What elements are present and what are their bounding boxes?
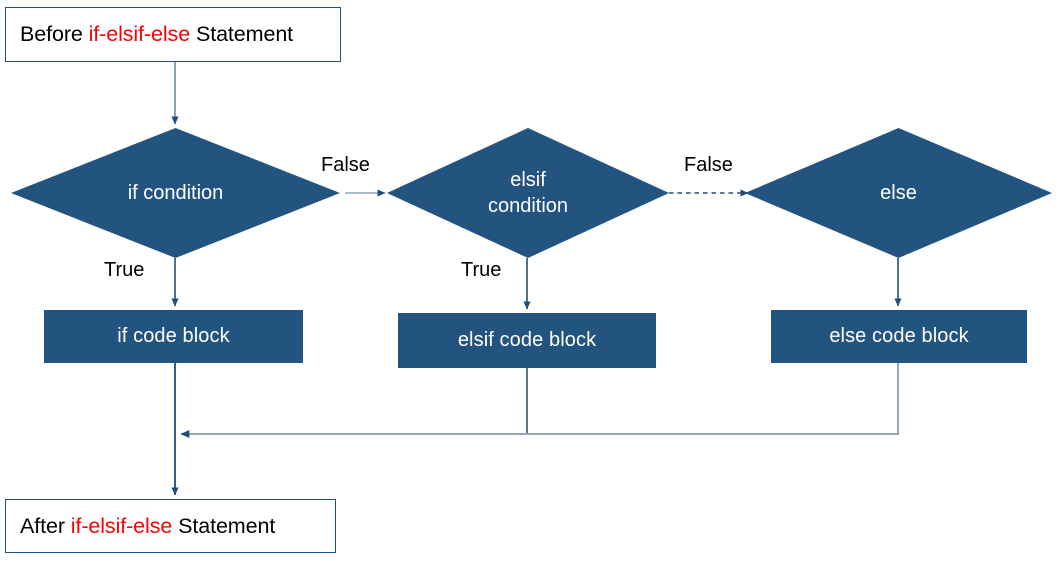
process-elsif-code-block[interactable]: elsif code block [398, 313, 656, 368]
connector-layer [171, 62, 902, 496]
process-if-code-block-label: if code block [117, 325, 230, 347]
decision-elsif-condition-label: elsif condition [487, 168, 569, 217]
process-elsif-code-block-label: elsif code block [457, 329, 597, 351]
decision-else-label: else [880, 181, 917, 204]
start-keyword: if-elsif-else [88, 22, 191, 46]
edge-label-elsif-true: True [461, 259, 502, 281]
process-else-code-block-label: else code block [829, 325, 969, 347]
end-terminal-label: After if-elsif-else Statement [20, 513, 276, 538]
decision-if-condition-label: if condition [127, 181, 224, 204]
edge-label-elsif-false: False [684, 154, 733, 176]
flowchart-canvas: Before if-elsif-else Statement if condit… [0, 0, 1061, 561]
edge-label-if-true: True [104, 259, 145, 281]
end-terminal-box[interactable]: After if-elsif-else Statement [5, 499, 336, 553]
edge-label-if-false: False [321, 154, 370, 176]
edge-else-block-to-merge [180, 363, 899, 438]
start-terminal-label: Before if-elsif-else Statement [20, 22, 294, 46]
start-terminal-box[interactable]: Before if-elsif-else Statement [5, 7, 341, 62]
process-else-code-block[interactable]: else code block [771, 310, 1027, 363]
end-keyword: if-elsif-else [70, 513, 173, 538]
process-if-code-block[interactable]: if code block [44, 310, 303, 363]
